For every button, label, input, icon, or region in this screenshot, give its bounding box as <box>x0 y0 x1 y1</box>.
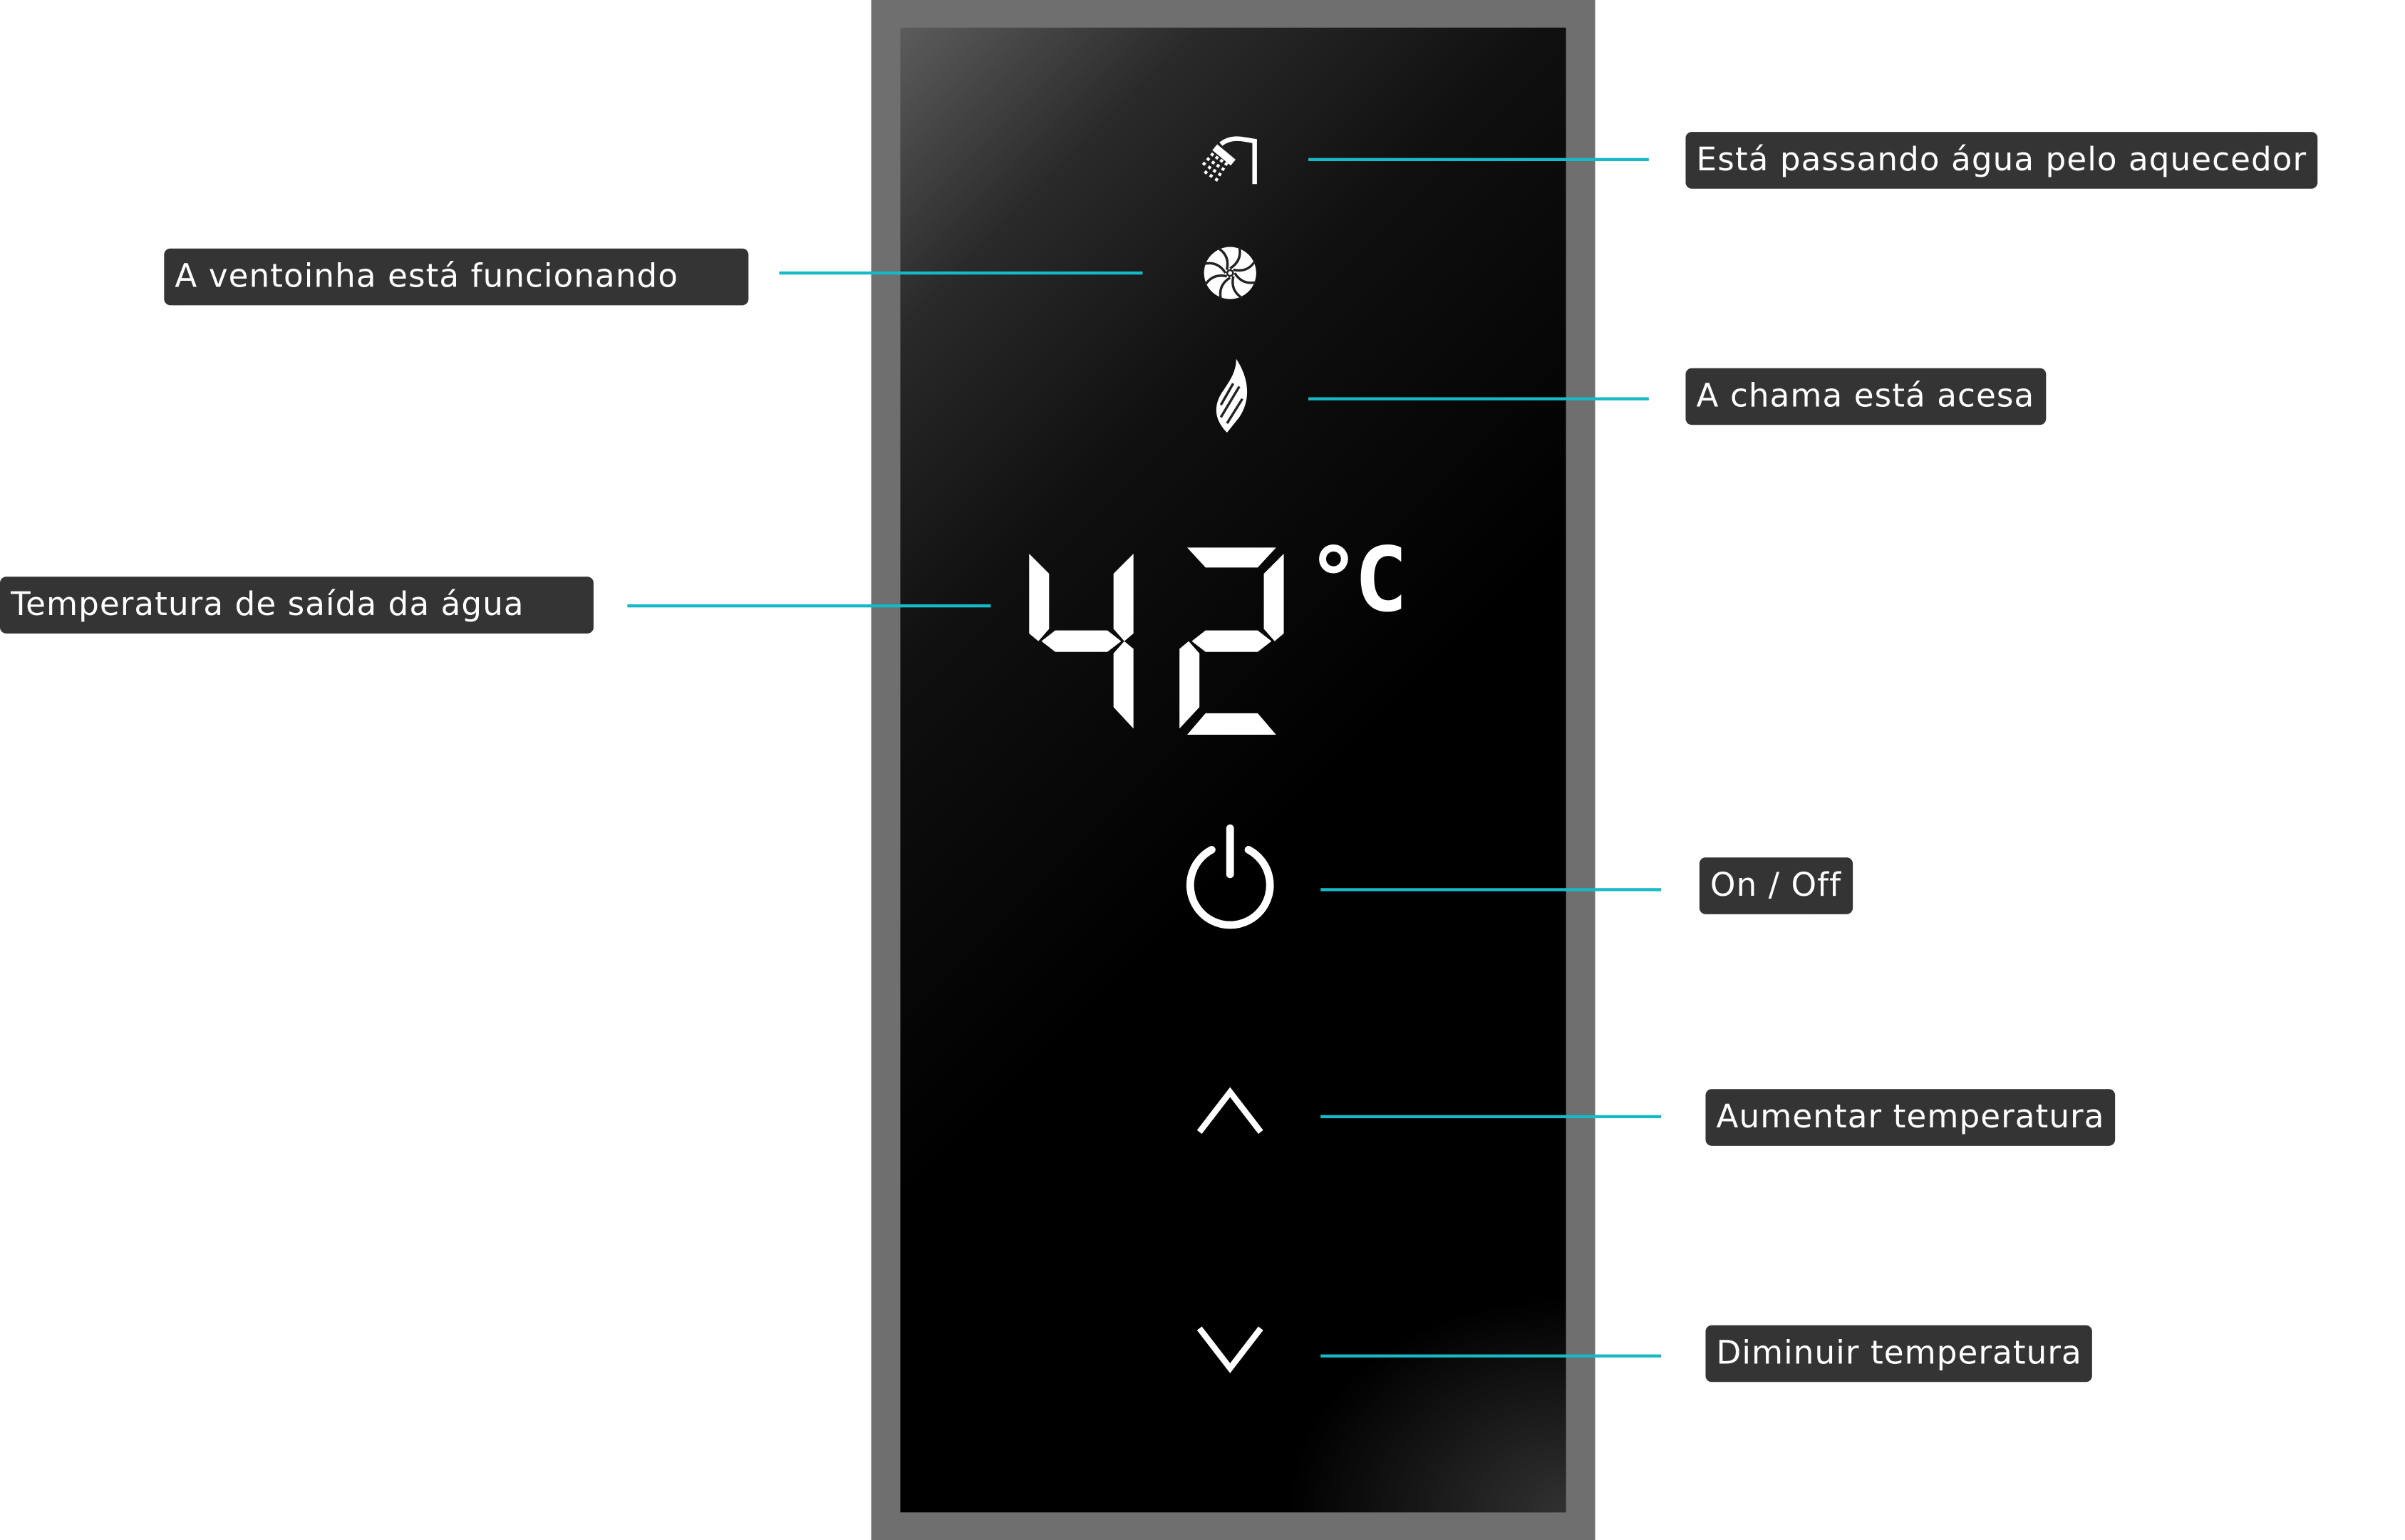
segment-e <box>1179 641 1200 729</box>
decrease-temperature-button[interactable] <box>1194 1322 1267 1377</box>
label-fan: A ventoinha está funcionando <box>164 248 749 306</box>
segment-b <box>1113 554 1134 641</box>
callout-line-decrease <box>1320 1354 1662 1358</box>
power-button[interactable] <box>1181 822 1279 930</box>
callout-line-temperature <box>627 604 991 608</box>
flame-icon <box>1216 358 1248 433</box>
segment-g <box>1041 630 1122 652</box>
segment-a <box>1186 547 1276 568</box>
digit-2 <box>1179 547 1284 735</box>
heater-control-panel-diagram: °C Está passando água pelo aquecedor A v… <box>0 0 2405 1540</box>
label-increase: Aumentar temperatura <box>1705 1089 2116 1146</box>
callout-line-power <box>1320 888 1662 892</box>
segment-g <box>1191 630 1272 652</box>
callout-line-fan <box>779 271 1143 275</box>
label-water-flow: Está passando água pelo aquecedor <box>1685 132 2318 189</box>
increase-temperature-button[interactable] <box>1194 1083 1267 1138</box>
shower-icon <box>1201 136 1257 185</box>
label-decrease: Diminuir temperatura <box>1705 1325 2093 1383</box>
label-power: On / Off <box>1699 857 1853 914</box>
segment-f <box>1029 554 1050 641</box>
segment-c <box>1113 641 1134 729</box>
callout-line-water-flow <box>1308 157 1649 162</box>
temperature-unit: °C <box>1306 527 1408 632</box>
fan-icon <box>1204 247 1257 300</box>
segment-d <box>1186 713 1276 735</box>
segment-b <box>1263 554 1284 641</box>
callout-line-flame <box>1308 397 1649 400</box>
temperature-display <box>1029 547 1284 735</box>
label-flame: A chama está acesa <box>1685 368 2046 425</box>
digit-4 <box>1029 554 1134 729</box>
callout-line-increase <box>1320 1115 1662 1119</box>
label-temperature: Temperatura de saída da água <box>0 577 594 634</box>
